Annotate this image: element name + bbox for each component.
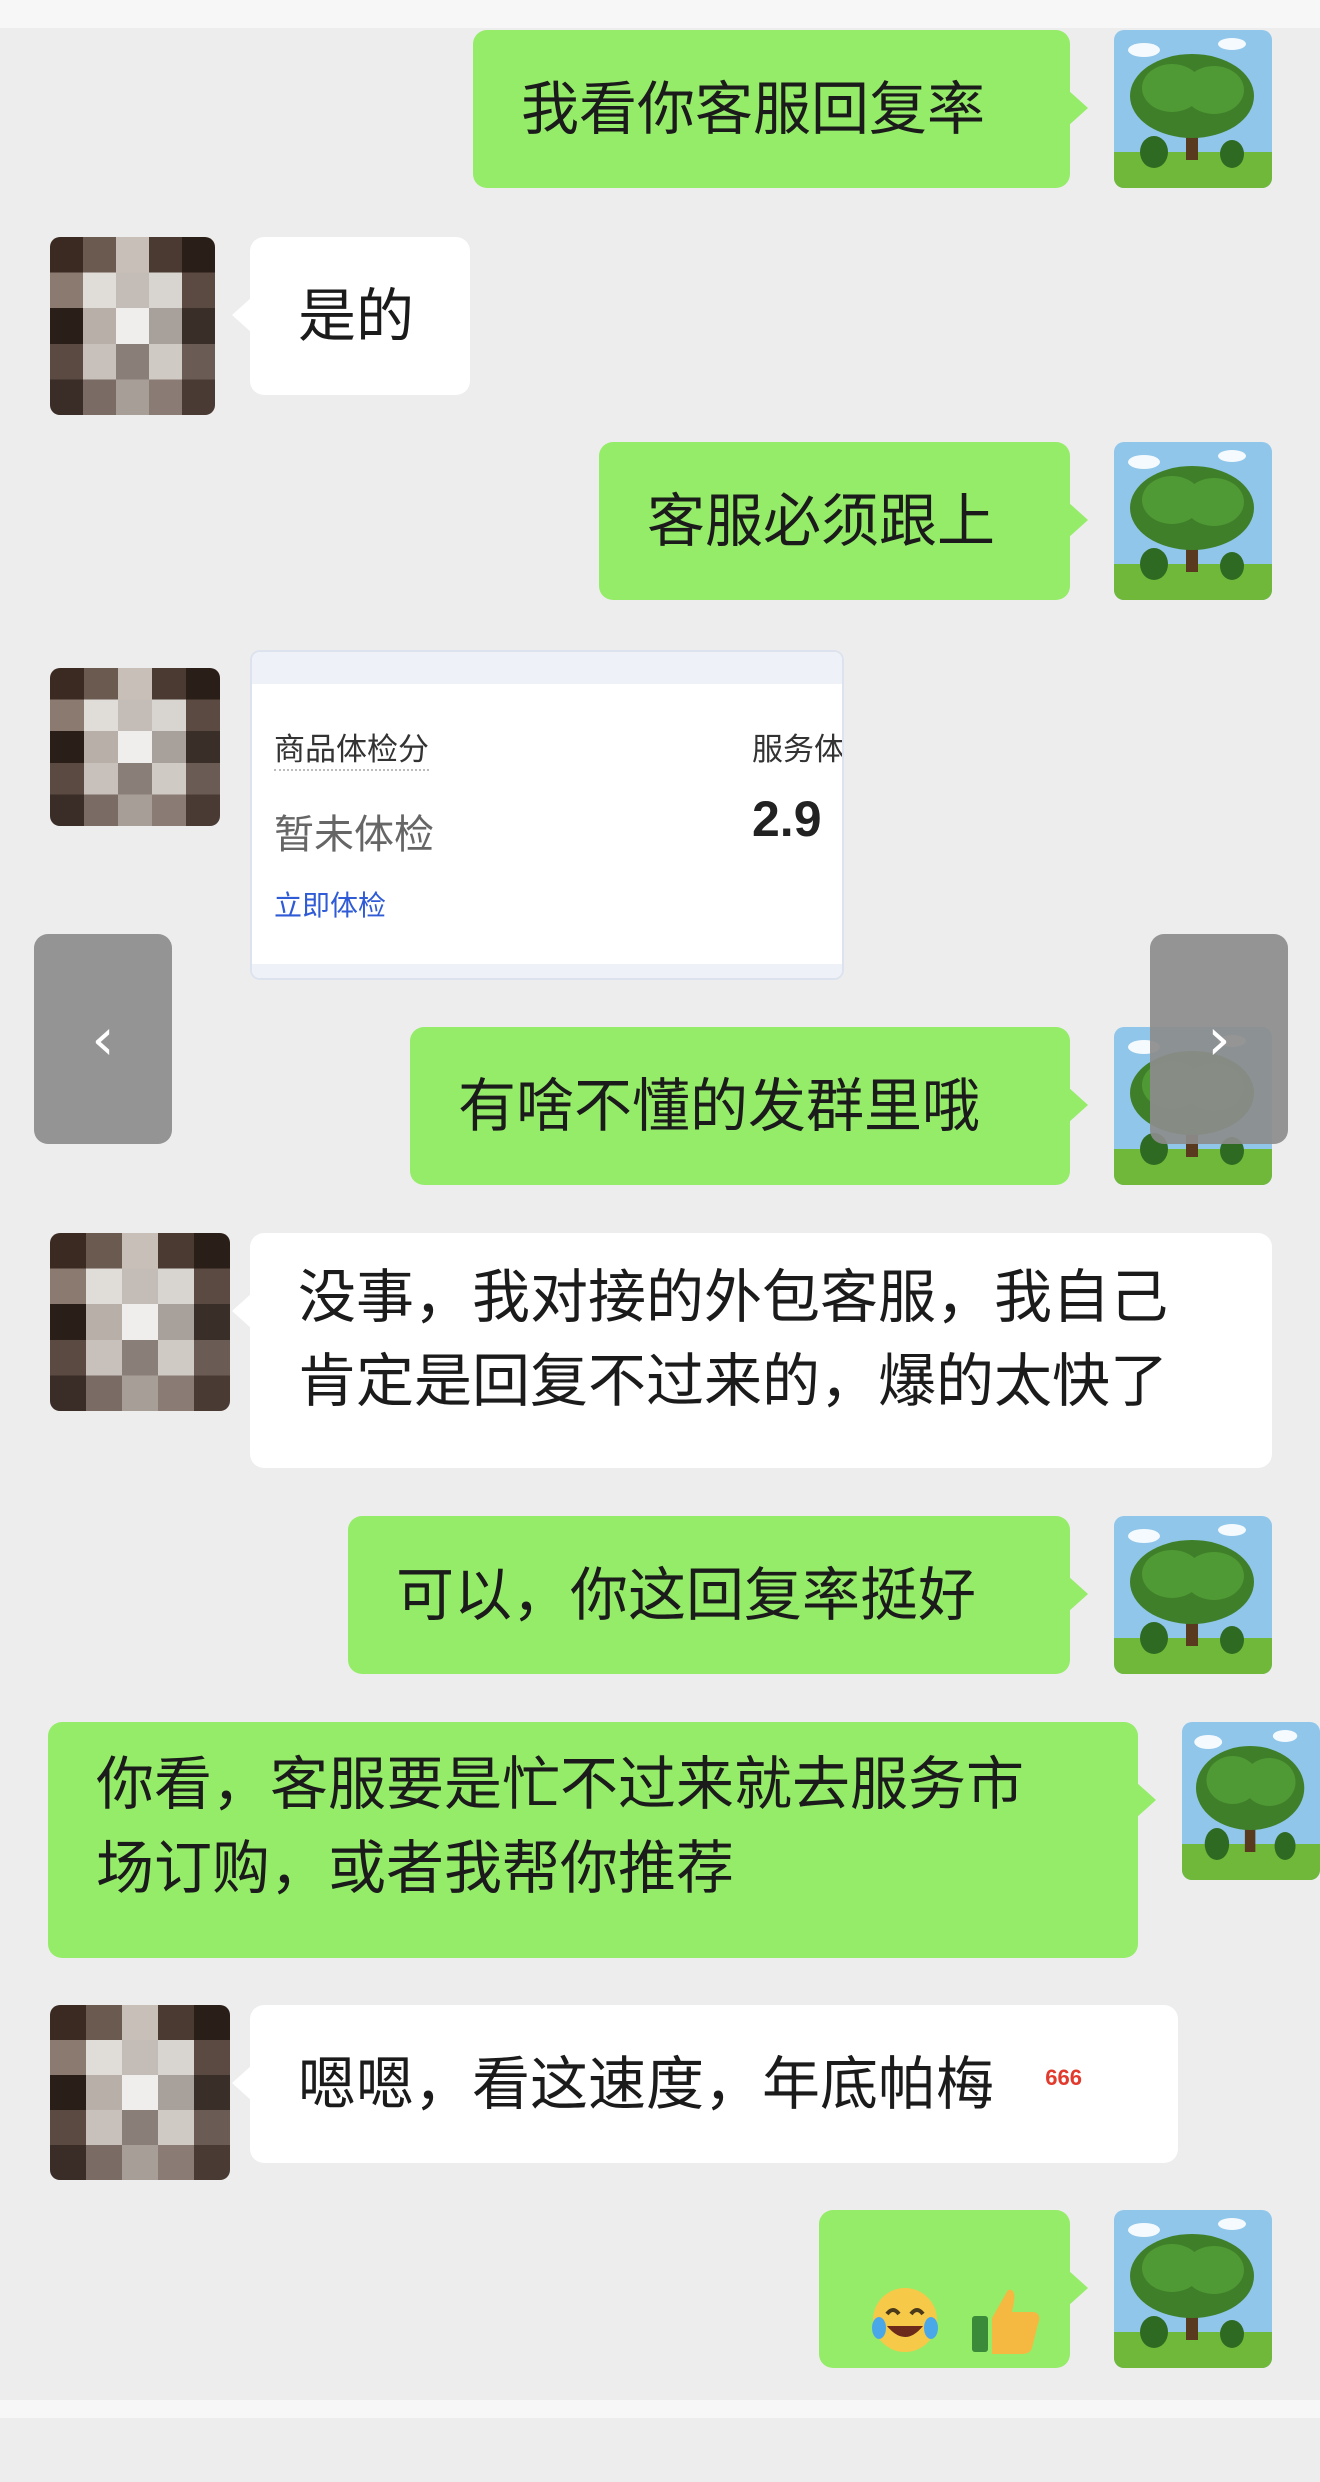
contact-message-bubble[interactable]: 没事，我对接的外包客服，我自己 肯定是回复不过来的，爆的太快了 xyxy=(232,1233,1272,1468)
tree-icon xyxy=(1114,2210,1272,2368)
my-avatar[interactable] xyxy=(1182,1722,1320,1880)
tree-icon xyxy=(1114,30,1272,188)
tree-icon xyxy=(1114,442,1272,600)
next-image-button[interactable]: › xyxy=(1150,934,1288,1144)
mosaic-avatar-icon xyxy=(50,2005,230,2180)
my-avatar[interactable] xyxy=(1114,2210,1272,2368)
chevron-right-icon: › xyxy=(1207,1005,1231,1073)
mosaic-avatar-icon xyxy=(50,668,220,826)
check-now-link[interactable]: 立即体检 xyxy=(274,884,386,924)
product-score-value: 暂未体检 xyxy=(274,813,434,857)
contact-avatar[interactable] xyxy=(50,237,215,415)
my-emoji-bubble[interactable] xyxy=(819,2210,1088,2368)
my-message-bubble[interactable]: 有啥不懂的发群里哦 xyxy=(410,1027,1088,1185)
my-message-bubble[interactable]: 你看，客服要是忙不过来就去服务市 场订购，或者我帮你推荐 xyxy=(48,1722,1156,1958)
my-avatar[interactable] xyxy=(1114,30,1272,188)
shop-score-card-image[interactable]: 商品体检分 暂未体检 立即体检 服务体 2.9 xyxy=(250,650,844,980)
service-score-label: 服务体 xyxy=(752,732,844,767)
contact-avatar[interactable] xyxy=(50,1233,230,1411)
tree-icon xyxy=(1182,1722,1320,1880)
bottom-strip xyxy=(0,2400,1320,2418)
contact-avatar[interactable] xyxy=(50,668,220,826)
emoji-666-badge: 666 xyxy=(1045,2065,1083,2090)
chevron-left-icon: ‹ xyxy=(91,1005,115,1073)
my-message-bubble[interactable]: 我看你客服回复率 xyxy=(473,30,1088,188)
top-strip xyxy=(0,0,1320,28)
previous-image-button[interactable]: ‹ xyxy=(34,934,172,1144)
my-avatar[interactable] xyxy=(1114,442,1272,600)
service-score-value: 2.9 xyxy=(752,791,822,847)
mosaic-avatar-icon xyxy=(50,1233,230,1411)
contact-avatar[interactable] xyxy=(50,2005,230,2180)
my-message-bubble[interactable]: 客服必须跟上 xyxy=(599,442,1088,600)
tree-icon xyxy=(1114,1516,1272,1674)
my-avatar[interactable] xyxy=(1114,1516,1272,1674)
my-message-bubble[interactable]: 可以，你这回复率挺好 xyxy=(348,1516,1088,1674)
contact-message-bubble[interactable]: 是的 xyxy=(232,237,470,395)
product-score-label: 商品体检分 xyxy=(274,724,429,771)
mosaic-avatar-icon xyxy=(50,237,215,415)
